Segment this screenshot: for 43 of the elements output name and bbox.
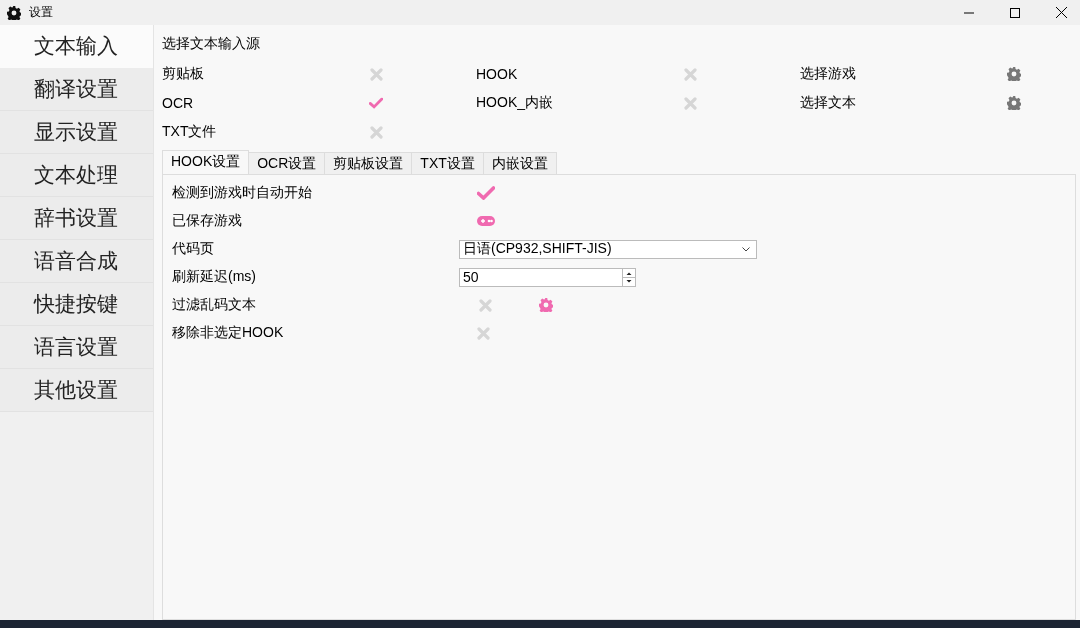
number-field[interactable]: 50 xyxy=(459,267,636,287)
sidebar-item[interactable]: 语言设置 xyxy=(0,326,153,369)
setting-label: 已保存游戏 xyxy=(172,212,243,230)
codepage-dropdown[interactable]: 日语(CP932,SHIFT-JIS) xyxy=(459,239,757,259)
section-title: 选择文本输入源 xyxy=(162,35,261,53)
source-label: TXT文件 xyxy=(162,123,218,141)
source-label: 剪贴板 xyxy=(162,65,205,83)
sidebar-item[interactable]: 快捷按键 xyxy=(0,283,153,326)
setting-label: 检测到游戏时自动开始 xyxy=(172,184,313,202)
window-title: 设置 xyxy=(29,4,54,21)
tab[interactable]: OCR设置 xyxy=(249,152,326,175)
setting-label: 移除非选定HOOK xyxy=(172,324,285,342)
sidebar-item[interactable]: 翻译设置 xyxy=(0,68,153,111)
sidebar-item[interactable]: 其他设置 xyxy=(0,369,153,412)
settings-icon[interactable] xyxy=(7,5,21,20)
source-label: 选择游戏 xyxy=(800,65,857,83)
source-label: HOOK xyxy=(476,66,519,82)
setting-label: 过滤乱码文本 xyxy=(172,296,257,314)
chevron-down-icon xyxy=(742,246,750,252)
cross-icon[interactable] xyxy=(477,326,490,340)
sidebar-item[interactable]: 语音合成 xyxy=(0,240,153,283)
check-icon[interactable] xyxy=(369,96,383,110)
sidebar-item[interactable]: 文本处理 xyxy=(0,154,153,197)
setting-label: 代码页 xyxy=(172,240,215,258)
sidebar-item[interactable]: 辞书设置 xyxy=(0,197,153,240)
sidebar-item[interactable]: 显示设置 xyxy=(0,111,153,154)
source-label: 选择文本 xyxy=(800,94,857,112)
tab[interactable]: TXT设置 xyxy=(412,152,484,175)
cross-icon[interactable] xyxy=(683,96,697,110)
setting-label: 刷新延迟(ms) xyxy=(172,268,257,286)
sidebar-item[interactable]: 文本输入 xyxy=(0,25,153,68)
source-label: OCR xyxy=(162,95,195,111)
gamepad-icon[interactable] xyxy=(477,215,495,227)
cross-icon[interactable] xyxy=(683,67,697,81)
cross-icon[interactable] xyxy=(369,67,383,81)
check-icon[interactable] xyxy=(477,186,495,200)
maximize-icon[interactable] xyxy=(1010,7,1020,18)
close-icon[interactable] xyxy=(1055,7,1067,18)
source-label: HOOK_内嵌 xyxy=(476,94,554,112)
tab[interactable]: 剪贴板设置 xyxy=(325,152,413,175)
cross-icon[interactable] xyxy=(479,298,492,312)
cross-icon[interactable] xyxy=(369,125,383,139)
tab[interactable]: HOOK设置 xyxy=(162,150,250,175)
